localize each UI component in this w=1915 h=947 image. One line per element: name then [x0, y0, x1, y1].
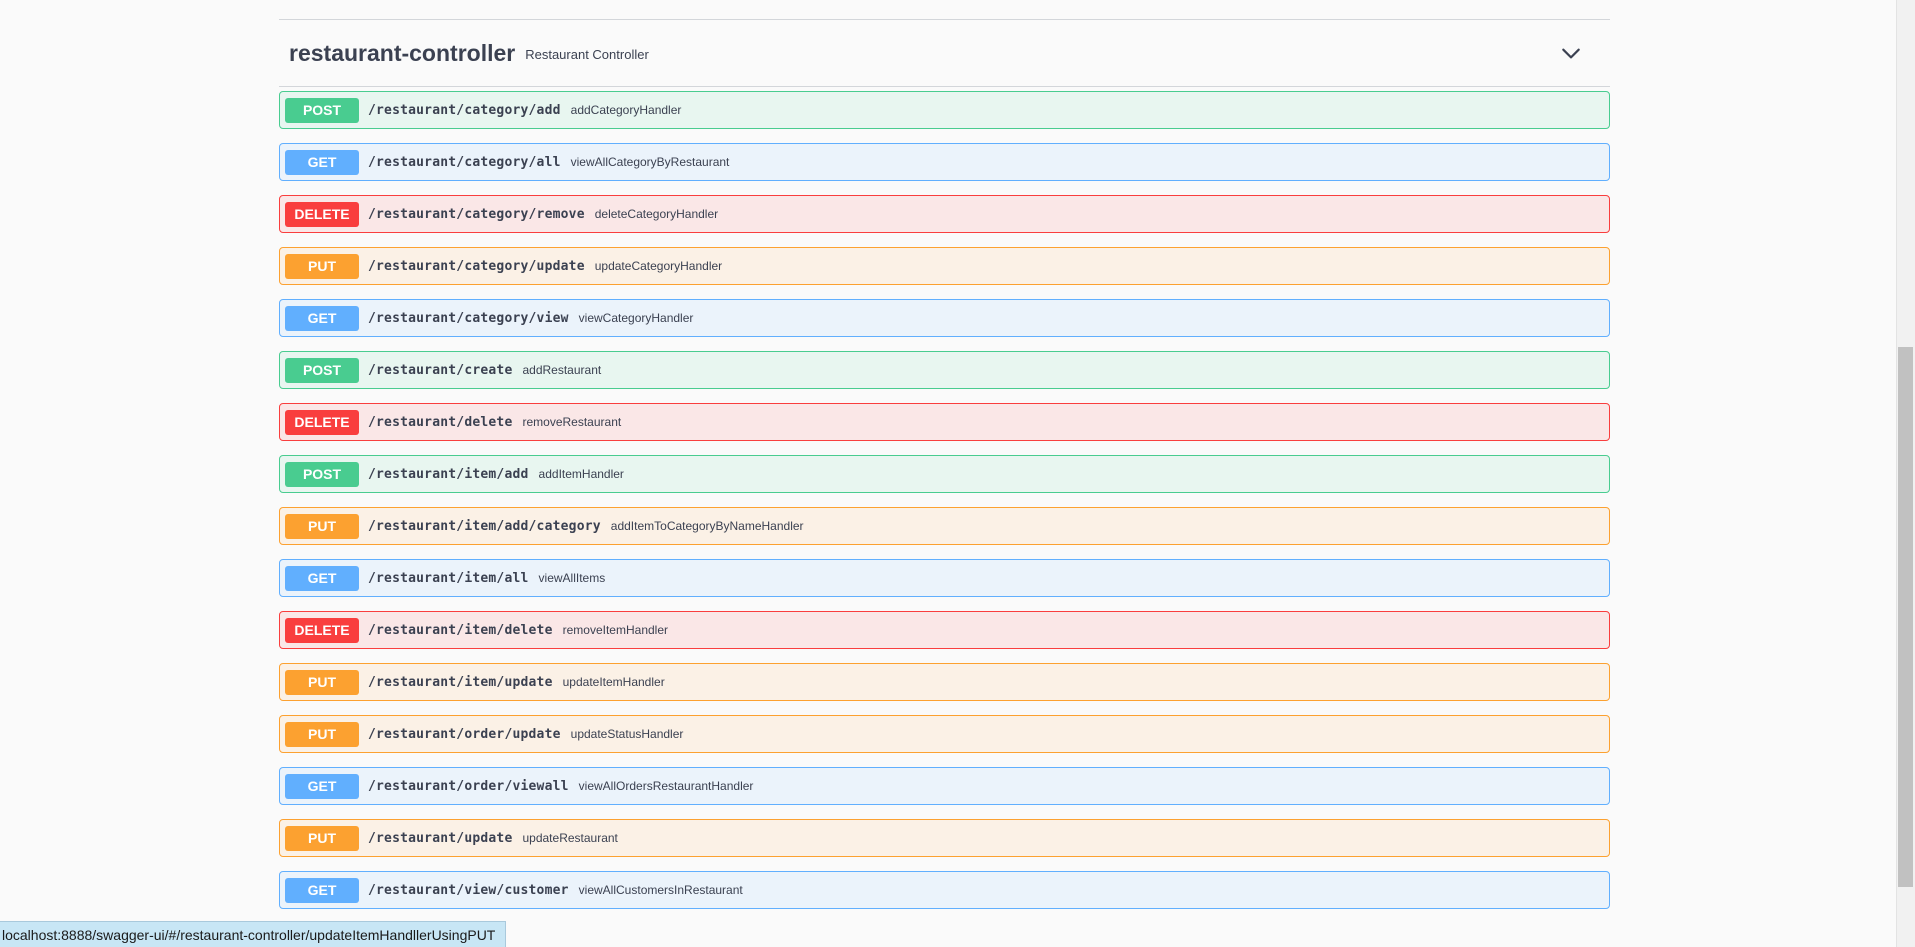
operation-path: /restaurant/category/view — [368, 310, 569, 326]
operation-path: /restaurant/item/all — [368, 570, 529, 586]
operation-row[interactable]: GET/restaurant/item/all viewAllItems — [279, 559, 1610, 597]
operation-path: /restaurant/order/viewall — [368, 778, 569, 794]
operation-row[interactable]: PUT/restaurant/order/update updateStatusH… — [279, 715, 1610, 753]
operation-id: removeItemHandler — [562, 623, 668, 637]
swagger-page: restaurant-controller Restaurant Control… — [0, 0, 1915, 947]
tag-name: restaurant-controller — [289, 39, 516, 66]
operation-row[interactable]: DELETE/restaurant/item/delete removeItemH… — [279, 611, 1610, 649]
operation-id: updateItemHandler — [562, 675, 665, 689]
operation-path: /restaurant/order/update — [368, 726, 561, 742]
operation-row[interactable]: DELETE/restaurant/delete removeRestaurant — [279, 403, 1610, 441]
operation-id: updateRestaurant — [522, 831, 618, 845]
operations-list: POST/restaurant/category/add addCategoryH… — [279, 91, 1610, 923]
tag-header-restaurant-controller[interactable]: restaurant-controller Restaurant Control… — [279, 20, 1610, 87]
operation-path: /restaurant/view/customer — [368, 882, 569, 898]
operation-row[interactable]: PUT/restaurant/item/update updateItemHand… — [279, 663, 1610, 701]
operation-row[interactable]: GET/restaurant/view/customer viewAllCusto… — [279, 871, 1610, 909]
scrollbar-thumb[interactable] — [1898, 347, 1913, 887]
operation-path: /restaurant/item/update — [368, 674, 553, 690]
operation-path: /restaurant/item/add/category — [368, 518, 601, 534]
chevron-down-icon[interactable] — [1560, 42, 1582, 64]
method-badge: POST — [285, 357, 359, 383]
operation-id: viewCategoryHandler — [578, 311, 694, 325]
tag-description: Restaurant Controller — [525, 46, 649, 62]
operation-row[interactable]: PUT/restaurant/category/update updateCate… — [279, 247, 1610, 285]
method-badge: PUT — [285, 669, 359, 695]
operation-row[interactable]: PUT/restaurant/item/add/category addItemT… — [279, 507, 1610, 545]
operation-row[interactable]: PUT/restaurant/update updateRestaurant — [279, 819, 1610, 857]
operation-row[interactable]: POST/restaurant/create addRestaurant — [279, 351, 1610, 389]
operation-id: addRestaurant — [522, 363, 602, 377]
scrollbar-track[interactable] — [1896, 0, 1915, 947]
operation-id: viewAllItems — [538, 571, 606, 585]
operation-row[interactable]: DELETE/restaurant/category/remove deleteC… — [279, 195, 1610, 233]
method-badge: GET — [285, 149, 359, 175]
operation-row[interactable]: POST/restaurant/item/add addItemHandler — [279, 455, 1610, 493]
operation-id: deleteCategoryHandler — [594, 207, 719, 221]
operation-id: addItemHandler — [538, 467, 624, 481]
operation-path: /restaurant/create — [368, 362, 513, 378]
operation-id: addItemToCategoryByNameHandler — [610, 519, 804, 533]
method-badge: POST — [285, 97, 359, 123]
operation-path: /restaurant/delete — [368, 414, 513, 430]
method-badge: GET — [285, 305, 359, 331]
operation-path: /restaurant/category/remove — [368, 206, 585, 222]
operation-row[interactable]: GET/restaurant/category/all viewAllCatego… — [279, 143, 1610, 181]
method-badge: DELETE — [285, 617, 359, 643]
operation-row[interactable]: GET/restaurant/order/viewall viewAllOrder… — [279, 767, 1610, 805]
method-badge: PUT — [285, 721, 359, 747]
status-bar-url: localhost:8888/swagger-ui/#/restaurant-c… — [0, 921, 507, 947]
operation-path: /restaurant/item/delete — [368, 622, 553, 638]
method-badge: POST — [285, 461, 359, 487]
operation-path: /restaurant/category/all — [368, 154, 561, 170]
operation-id: viewAllOrdersRestaurantHandler — [578, 779, 754, 793]
operation-row[interactable]: POST/restaurant/category/add addCategoryH… — [279, 91, 1610, 129]
operation-id: viewAllCustomersInRestaurant — [578, 883, 743, 897]
method-badge: GET — [285, 565, 359, 591]
operation-id: updateCategoryHandler — [594, 259, 723, 273]
method-badge: DELETE — [285, 409, 359, 435]
operation-path: /restaurant/category/update — [368, 258, 585, 274]
operation-id: updateStatusHandler — [570, 727, 684, 741]
operation-id: addCategoryHandler — [570, 103, 682, 117]
method-badge: GET — [285, 877, 359, 903]
operation-path: /restaurant/update — [368, 830, 513, 846]
method-badge: PUT — [285, 513, 359, 539]
method-badge: GET — [285, 773, 359, 799]
method-badge: PUT — [285, 253, 359, 279]
operation-path: /restaurant/category/add — [368, 102, 561, 118]
operation-path: /restaurant/item/add — [368, 466, 529, 482]
operation-id: removeRestaurant — [522, 415, 622, 429]
method-badge: DELETE — [285, 201, 359, 227]
method-badge: PUT — [285, 825, 359, 851]
operation-id: viewAllCategoryByRestaurant — [570, 155, 730, 169]
operation-row[interactable]: GET/restaurant/category/view viewCategory… — [279, 299, 1610, 337]
